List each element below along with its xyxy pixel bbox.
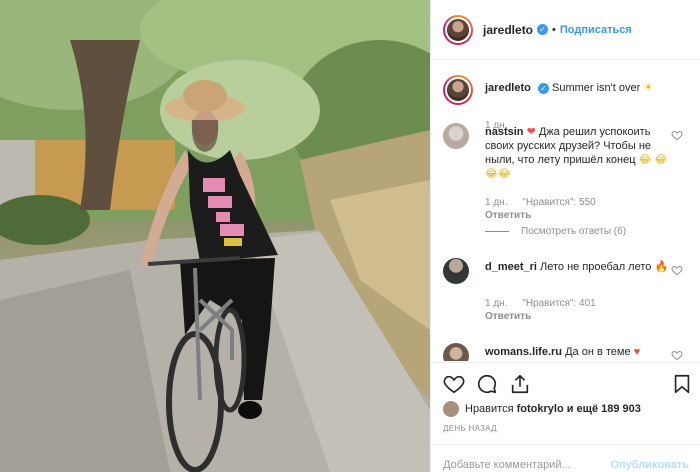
post-actions-bar	[431, 362, 700, 402]
liker-avatar[interactable]	[443, 401, 459, 417]
verified-badge-icon: ✓	[537, 24, 549, 35]
red-heart-emoji-icon: ♥	[633, 346, 641, 358]
comment-input[interactable]	[443, 459, 611, 472]
caption-body: Summer isn't over	[551, 82, 641, 94]
comment-time[interactable]: 1 дн.	[485, 298, 507, 309]
caption-username[interactable]: jaredleto	[485, 82, 531, 94]
bookmark-icon[interactable]	[671, 373, 693, 395]
comment-text: d_meet_ri Лето не проебал лето 🔥	[485, 260, 670, 274]
like-comment-heart-icon[interactable]	[671, 349, 683, 361]
comment-item: womans.life.ru Да он в теме ♥	[443, 343, 693, 361]
reply-button[interactable]: Ответить	[485, 210, 531, 221]
comment-text: womans.life.ru Да он в теме ♥	[485, 345, 670, 359]
likes-count[interactable]: и ещё 189 903	[567, 403, 641, 415]
comments-list[interactable]: jaredleto ✓ Summer isn't over ☀ 1 дн. na…	[431, 61, 700, 361]
like-comment-heart-icon[interactable]	[671, 129, 683, 141]
publish-button[interactable]: Опубликовать	[610, 459, 689, 472]
author-username[interactable]: jaredleto	[483, 23, 533, 37]
comment-time[interactable]: 1 дн.	[485, 197, 507, 208]
commenter-username[interactable]: nastsin	[485, 126, 524, 138]
liker-username[interactable]: fotokrylo	[517, 403, 564, 415]
comment-bubble-icon[interactable]	[476, 373, 498, 395]
post-photo[interactable]	[0, 0, 430, 472]
commenter-username[interactable]: womans.life.ru	[485, 346, 562, 358]
comment-body: Лето не проебал лето	[540, 261, 652, 273]
fire-emoji-icon: 🔥	[654, 261, 669, 273]
sun-emoji-icon: ☀	[643, 82, 654, 94]
post-photo-illustration	[0, 0, 430, 472]
comment-item: d_meet_ri Лето не проебал лето 🔥 1 дн. "…	[443, 258, 693, 328]
commenter-username[interactable]: d_meet_ri	[485, 261, 537, 273]
caption-text: jaredleto ✓ Summer isn't over ☀	[485, 81, 685, 95]
red-heart-emoji-icon: ❤	[526, 126, 536, 138]
comment-meta: 1 дн. "Нравится": 401	[485, 298, 608, 309]
separator-dot: •	[552, 23, 556, 36]
like-comment-heart-icon[interactable]	[671, 264, 683, 276]
commenter-avatar[interactable]	[443, 343, 469, 361]
likes-prefix: Нравится	[465, 403, 514, 415]
caption-avatar[interactable]	[443, 75, 473, 105]
comment-meta: 1 дн. "Нравится": 550	[485, 197, 608, 208]
comment-body: Да он в теме	[565, 346, 631, 358]
share-arrow-icon[interactable]	[509, 373, 531, 395]
comment-likes-count[interactable]: "Нравится": 401	[522, 298, 595, 309]
commenter-avatar[interactable]	[443, 258, 469, 284]
comment-likes-count[interactable]: "Нравится": 550	[522, 197, 595, 208]
comment-item: nastsin ❤ Джа решил успокоить своих русс…	[443, 123, 693, 243]
likes-summary: Нравится fotokrylo и ещё 189 903	[443, 400, 641, 418]
reply-button[interactable]: Ответить	[485, 311, 531, 322]
add-comment-bar: Опубликовать	[431, 444, 700, 472]
verified-badge-icon: ✓	[537, 82, 549, 94]
heart-icon[interactable]	[443, 373, 465, 395]
post-header: jaredleto ✓ • Подписаться	[431, 0, 700, 60]
follow-button[interactable]: Подписаться	[560, 24, 632, 36]
view-replies-button[interactable]: Посмотреть ответы (6)	[485, 226, 626, 237]
post-side-panel: jaredleto ✓ • Подписаться jaredleto ✓ Su…	[430, 0, 700, 472]
post-date[interactable]: ДЕНЬ НАЗАД	[443, 424, 497, 433]
author-avatar[interactable]	[443, 14, 473, 45]
comment-text: nastsin ❤ Джа решил успокоить своих русс…	[485, 125, 670, 181]
commenter-avatar[interactable]	[443, 123, 469, 149]
